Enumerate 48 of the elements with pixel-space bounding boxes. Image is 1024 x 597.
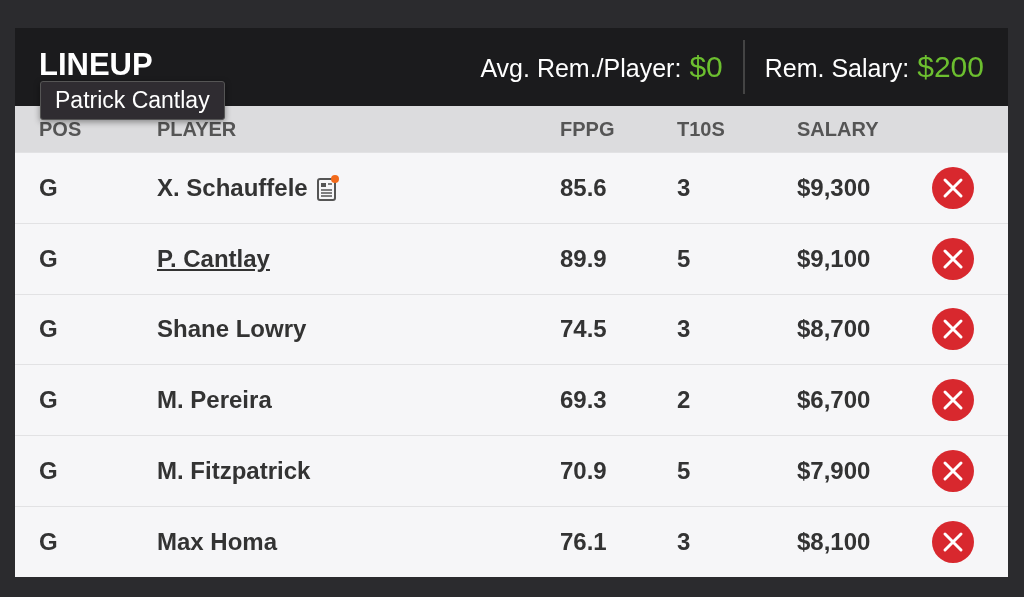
avg-value: $0 <box>689 50 723 84</box>
remove-icon[interactable] <box>931 519 975 564</box>
player-link[interactable]: P. Cantlay <box>157 244 270 273</box>
player-link[interactable]: Shane Lowry <box>157 315 307 344</box>
column-header[interactable]: SALARY <box>797 117 927 141</box>
remove-icon[interactable] <box>931 236 975 281</box>
t10s-cell-text: 5 <box>677 457 692 486</box>
player-link[interactable]: Max Homa <box>157 527 278 556</box>
t10s-cell-text: 3 <box>677 173 692 202</box>
salary-cell-text: $9,300 <box>797 173 872 202</box>
t10s-cell-text: 3 <box>677 527 692 556</box>
column-header[interactable]: PLAYER <box>157 117 560 141</box>
salary-cell-text: $8,100 <box>797 527 872 556</box>
fppg-cell-text: 74.5 <box>560 315 608 344</box>
salary-cell-text: $8,700 <box>797 315 872 344</box>
column-header[interactable]: T10S <box>677 117 797 141</box>
t10s-cell-text: 2 <box>677 386 692 415</box>
remove-icon[interactable] <box>931 165 975 210</box>
avg-label: Avg. Rem./Player: <box>480 54 682 83</box>
position-cell-text: G <box>39 386 59 415</box>
position-cell-text: G <box>39 315 59 344</box>
lineup-title: LINEUP <box>39 47 154 83</box>
fppg-cell-text: 69.3 <box>560 386 608 415</box>
player-link[interactable]: M. Pereira <box>157 386 272 415</box>
position-cell-text: G <box>39 527 59 556</box>
remove-icon[interactable] <box>931 378 975 423</box>
fppg-cell-text: 89.9 <box>560 244 608 273</box>
t10s-cell-text: 5 <box>677 244 692 273</box>
salary-cell-text: $7,900 <box>797 457 872 486</box>
position-cell-text: G <box>39 457 59 486</box>
salary-value: $200 <box>917 50 984 84</box>
player-link[interactable]: X. Schauffele <box>157 173 308 202</box>
news-icon[interactable] <box>315 173 340 202</box>
player-link[interactable]: M. Fitzpatrick <box>157 457 311 486</box>
fppg-cell-text: 76.1 <box>560 527 608 556</box>
salary-cell-text: $9,100 <box>797 244 872 273</box>
column-header[interactable]: POS <box>39 117 157 141</box>
t10s-cell-text: 3 <box>677 315 692 344</box>
position-cell-text: G <box>39 173 59 202</box>
remove-icon[interactable] <box>931 307 975 352</box>
salary-label: Rem. Salary: <box>764 54 910 83</box>
column-header[interactable]: FPPG <box>560 117 677 141</box>
player-tooltip: Patrick Cantlay <box>40 81 225 120</box>
fppg-cell-text: 70.9 <box>560 457 608 486</box>
remove-icon[interactable] <box>931 449 975 494</box>
fppg-cell-text: 85.6 <box>560 173 608 202</box>
salary-cell-text: $6,700 <box>797 386 872 415</box>
position-cell-text: G <box>39 244 59 273</box>
